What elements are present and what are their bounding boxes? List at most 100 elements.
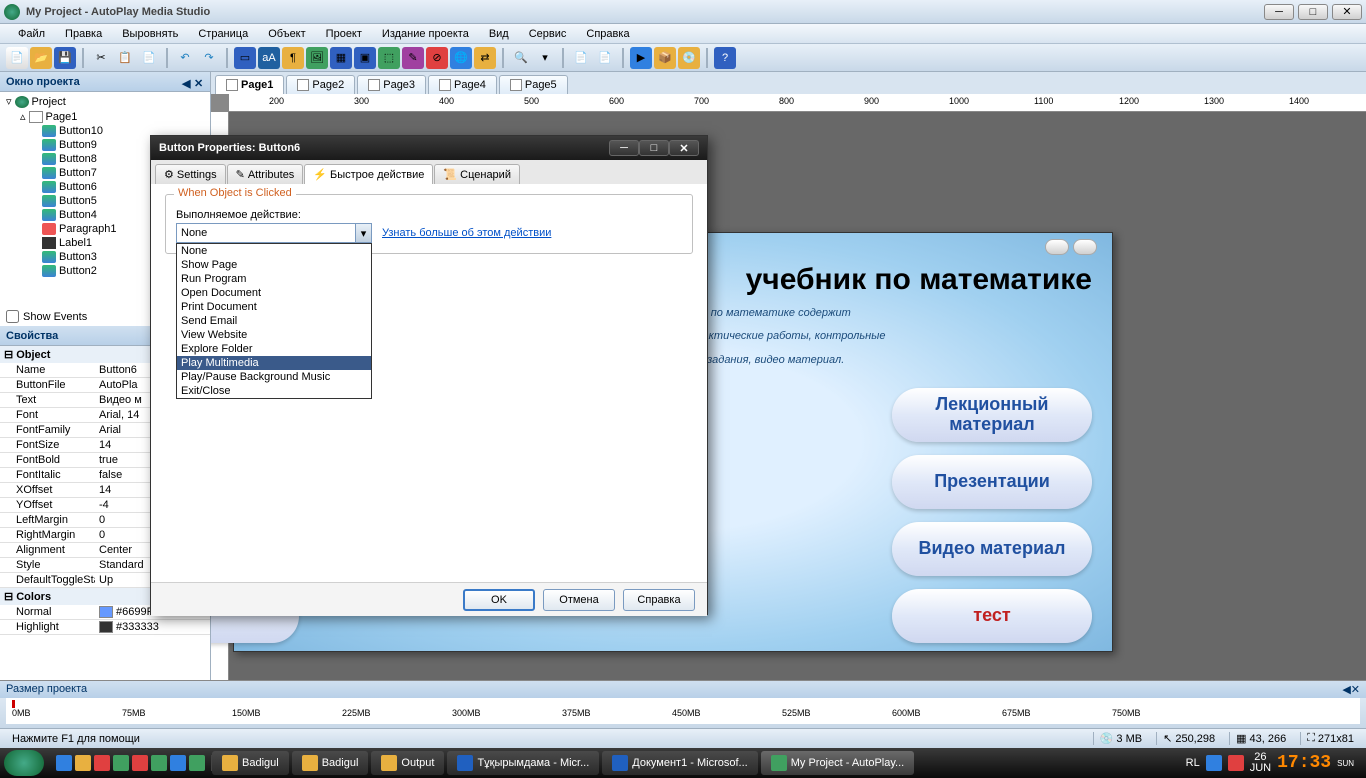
- menu-publish[interactable]: Издание проекта: [374, 26, 477, 42]
- panel-collapse-icon[interactable]: ◀: [182, 77, 192, 87]
- tree-root[interactable]: ▿Project: [2, 94, 208, 109]
- page-tab[interactable]: Page5: [499, 75, 568, 94]
- tool-web-icon[interactable]: 🌐: [450, 47, 472, 69]
- learn-more-link[interactable]: Узнать больше об этом действии: [382, 227, 551, 239]
- tool-button-icon[interactable]: ▭: [234, 47, 256, 69]
- ql-excel-icon[interactable]: [151, 755, 167, 771]
- dropdown-item[interactable]: Explore Folder: [177, 342, 371, 356]
- taskbar-item[interactable]: Output: [371, 751, 444, 775]
- maximize-button[interactable]: □: [1298, 4, 1328, 20]
- save-icon[interactable]: 💾: [54, 47, 76, 69]
- open-icon[interactable]: 📂: [30, 47, 52, 69]
- page-tab[interactable]: Page3: [357, 75, 426, 94]
- publish-icon[interactable]: 💿: [678, 47, 700, 69]
- ql-desktop-icon[interactable]: [75, 755, 91, 771]
- dialog-tab-quickaction[interactable]: ⚡Быстрое действие: [304, 164, 433, 184]
- taskbar-item[interactable]: Тұқырымдама - Micr...: [447, 751, 599, 775]
- tool-tree-icon[interactable]: ⇄: [474, 47, 496, 69]
- dialog-close-button[interactable]: ✕: [669, 140, 699, 156]
- cut-icon[interactable]: ✂: [90, 47, 112, 69]
- undo-icon[interactable]: ↶: [174, 47, 196, 69]
- dialog-minimize-button[interactable]: ─: [609, 140, 639, 156]
- menu-project[interactable]: Проект: [318, 26, 370, 42]
- canvas-close-icon[interactable]: [1073, 239, 1097, 255]
- new-icon[interactable]: 📄: [6, 47, 28, 69]
- canvas-button[interactable]: Видео материал: [892, 522, 1092, 576]
- menu-help[interactable]: Справка: [578, 26, 637, 42]
- tray-clock[interactable]: 17:33: [1277, 753, 1331, 773]
- preview-icon[interactable]: ▶: [630, 47, 652, 69]
- page-remove-icon[interactable]: 📄: [594, 47, 616, 69]
- redo-icon[interactable]: ↷: [198, 47, 220, 69]
- ql-utorrent-icon[interactable]: [189, 755, 205, 771]
- dialog-tab-attributes[interactable]: ✎Attributes: [227, 164, 304, 184]
- tool-paragraph-icon[interactable]: ¶: [282, 47, 304, 69]
- dropdown-item[interactable]: Run Program: [177, 272, 371, 286]
- tool-flash-icon[interactable]: ▦: [330, 47, 352, 69]
- start-button[interactable]: [4, 750, 44, 776]
- tray-icon[interactable]: [1206, 755, 1222, 771]
- ok-button[interactable]: OK: [463, 589, 535, 611]
- menu-object[interactable]: Объект: [260, 26, 313, 42]
- ql-ie-icon[interactable]: [56, 755, 72, 771]
- dropdown-item[interactable]: None: [177, 244, 371, 258]
- dropdown-item[interactable]: Send Email: [177, 314, 371, 328]
- prop-row-color[interactable]: Highlight#333333: [0, 620, 210, 635]
- tool-label-icon[interactable]: aA: [258, 47, 280, 69]
- build-icon[interactable]: 📦: [654, 47, 676, 69]
- dialog-titlebar[interactable]: Button Properties: Button6 ─ □ ✕: [151, 136, 707, 160]
- panel-close-icon[interactable]: ✕: [1351, 684, 1360, 696]
- tool-hotspot-icon[interactable]: ⬚: [378, 47, 400, 69]
- canvas-button-test[interactable]: тест: [892, 589, 1092, 643]
- tool-video-icon[interactable]: ▣: [354, 47, 376, 69]
- paste-icon[interactable]: 📄: [138, 47, 160, 69]
- tool-listbox-icon[interactable]: ⊘: [426, 47, 448, 69]
- menu-align[interactable]: Выровнять: [114, 26, 186, 42]
- menu-service[interactable]: Сервис: [521, 26, 575, 42]
- taskbar-item[interactable]: Badigul: [292, 751, 369, 775]
- tool-input-icon[interactable]: ✎: [402, 47, 424, 69]
- taskbar-item-active[interactable]: My Project - AutoPlay...: [761, 751, 915, 775]
- tray-lang[interactable]: RL: [1186, 757, 1200, 769]
- dropdown-item[interactable]: Play/Pause Background Music: [177, 370, 371, 384]
- help-icon[interactable]: ?: [714, 47, 736, 69]
- minimize-button[interactable]: ─: [1264, 4, 1294, 20]
- page-tab[interactable]: Page2: [286, 75, 355, 94]
- tree-page[interactable]: ▵Page1: [2, 109, 208, 124]
- dropdown-item[interactable]: Print Document: [177, 300, 371, 314]
- page-tab[interactable]: Page4: [428, 75, 497, 94]
- canvas-title[interactable]: учебник по математике: [746, 263, 1092, 297]
- ql-reader-icon[interactable]: [132, 755, 148, 771]
- menu-edit[interactable]: Правка: [57, 26, 110, 42]
- chevron-down-icon[interactable]: ▾: [355, 224, 371, 242]
- page-add-icon[interactable]: 📄: [570, 47, 592, 69]
- dropdown-item[interactable]: Show Page: [177, 258, 371, 272]
- canvas-subtitle[interactable]: ебник по математике содержит л, практиче…: [678, 299, 1078, 369]
- ql-app2-icon[interactable]: [170, 755, 186, 771]
- panel-close-icon[interactable]: ✕: [194, 77, 204, 87]
- help-button[interactable]: Справка: [623, 589, 695, 611]
- dropdown-item[interactable]: Exit/Close: [177, 384, 371, 398]
- menu-view[interactable]: Вид: [481, 26, 517, 42]
- show-events-checkbox[interactable]: [6, 310, 19, 323]
- close-button[interactable]: ✕: [1332, 4, 1362, 20]
- menu-page[interactable]: Страница: [190, 26, 256, 42]
- menu-file[interactable]: Файл: [10, 26, 53, 42]
- canvas-button[interactable]: Презентации: [892, 455, 1092, 509]
- canvas-min-icon[interactable]: [1045, 239, 1069, 255]
- action-combobox[interactable]: None ▾ None Show Page Run Program Open D…: [176, 223, 372, 243]
- dropdown-item-selected[interactable]: Play Multimedia: [177, 356, 371, 370]
- dropdown-item[interactable]: Open Document: [177, 286, 371, 300]
- zoom-icon[interactable]: 🔍: [510, 47, 532, 69]
- zoom-dropdown-icon[interactable]: ▾: [534, 47, 556, 69]
- cancel-button[interactable]: Отмена: [543, 589, 615, 611]
- copy-icon[interactable]: 📋: [114, 47, 136, 69]
- canvas-button[interactable]: Лекционный материал: [892, 388, 1092, 442]
- dialog-tab-settings[interactable]: ⚙Settings: [155, 164, 226, 184]
- dropdown-item[interactable]: View Website: [177, 328, 371, 342]
- taskbar-item[interactable]: Документ1 - Microsof...: [602, 751, 757, 775]
- taskbar-item[interactable]: Badigul: [212, 751, 289, 775]
- panel-collapse-icon[interactable]: ◀: [1342, 684, 1350, 696]
- page-tab[interactable]: Page1: [215, 75, 284, 94]
- ql-opera-icon[interactable]: [94, 755, 110, 771]
